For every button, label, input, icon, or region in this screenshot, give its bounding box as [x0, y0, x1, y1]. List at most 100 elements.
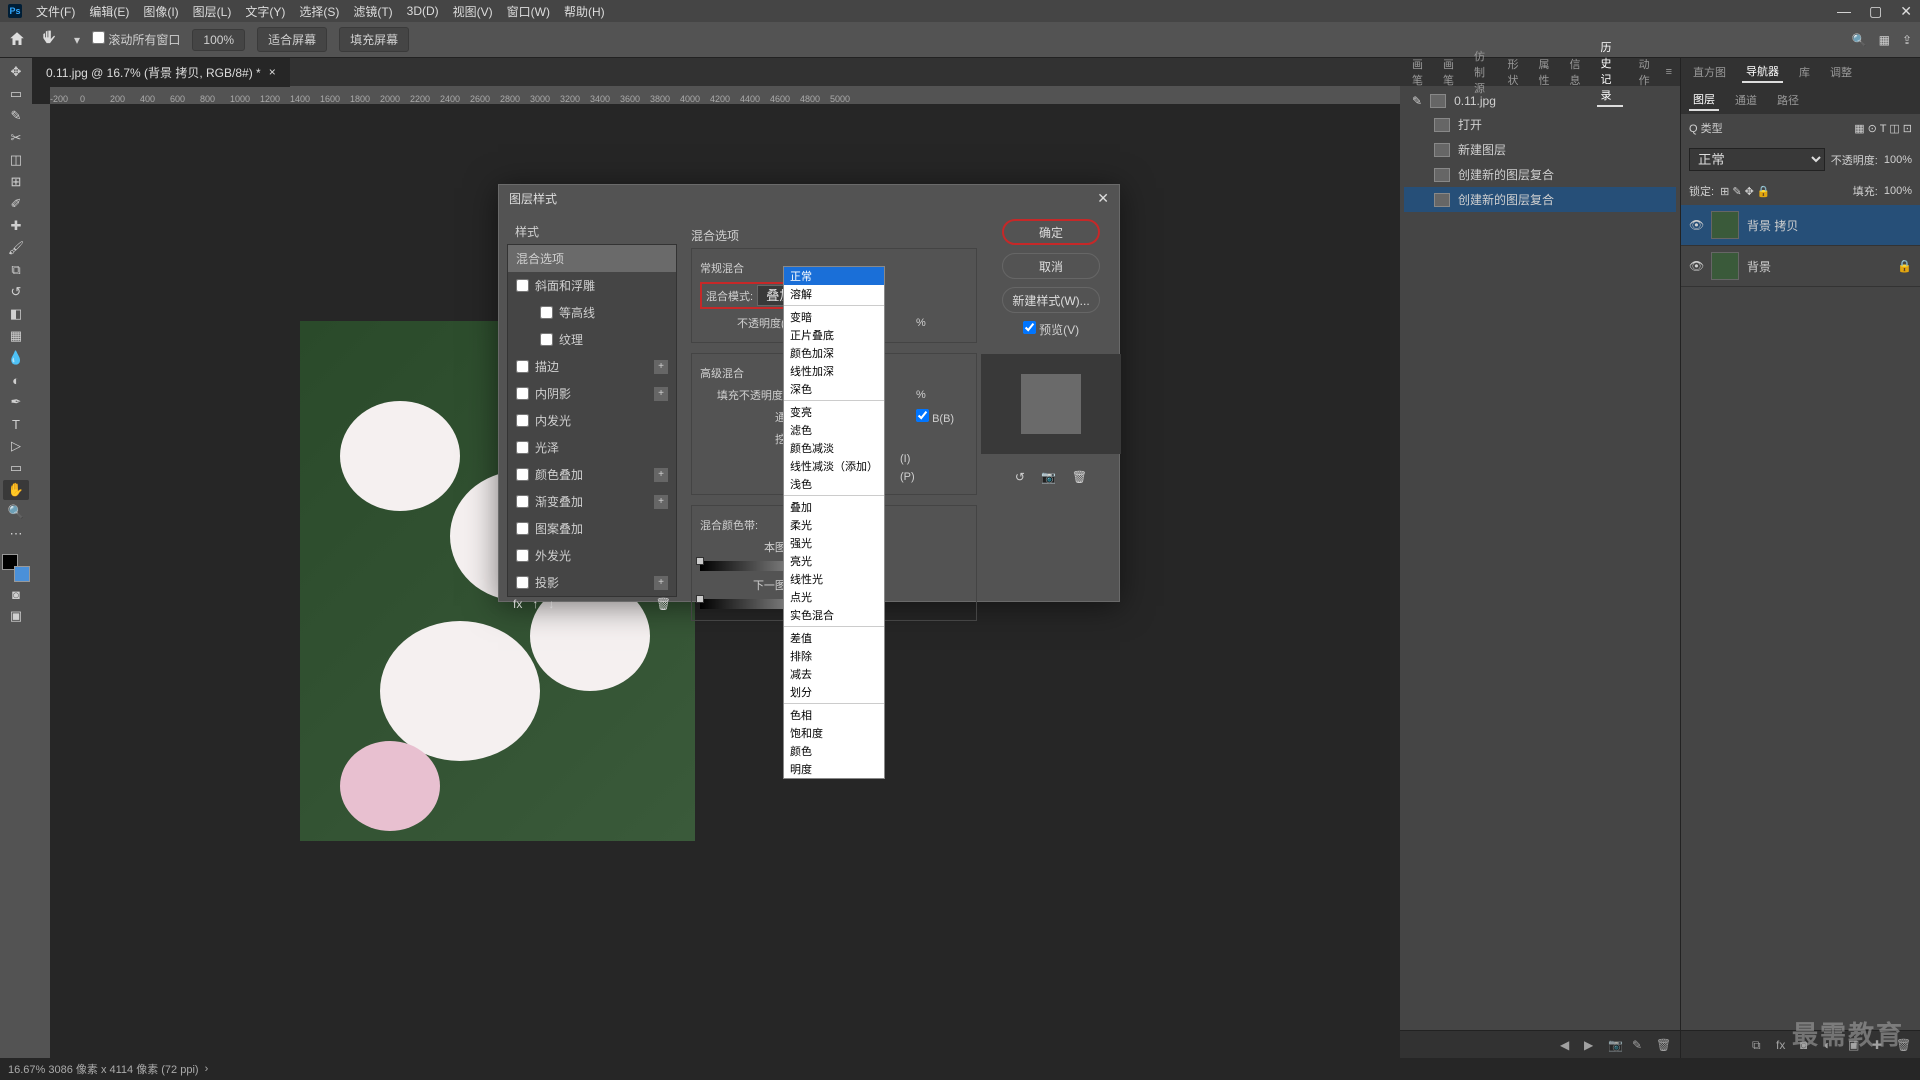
- style-delete-icon[interactable]: 🗑: [656, 597, 671, 611]
- new-style-button[interactable]: 新建样式(W)...: [1002, 287, 1100, 313]
- crop-tool[interactable]: ◫: [3, 150, 29, 170]
- screen-mode[interactable]: ▣: [3, 606, 29, 626]
- preview-trash-icon[interactable]: 🗑: [1072, 470, 1087, 484]
- style-item[interactable]: 渐变叠加+: [508, 488, 676, 515]
- layer-fx-icon[interactable]: fx: [1776, 1038, 1790, 1052]
- opacity-value[interactable]: 100%: [1884, 154, 1912, 166]
- history-item[interactable]: 新建图层: [1404, 137, 1676, 162]
- layer-link-icon[interactable]: ⧉: [1752, 1038, 1766, 1052]
- history-brush-tool[interactable]: ↺: [3, 282, 29, 302]
- tab-brush2[interactable]: 画笔: [1439, 54, 1458, 90]
- blend-mode-select[interactable]: 正常: [1689, 148, 1825, 171]
- style-item[interactable]: 颜色叠加+: [508, 461, 676, 488]
- document-tab[interactable]: 0.11.jpg @ 16.7% (背景 拷贝, RGB/8#) * ×: [32, 58, 290, 87]
- menu-select[interactable]: 选择(S): [299, 3, 339, 20]
- history-delete-icon[interactable]: 🗑: [1656, 1038, 1670, 1052]
- style-item[interactable]: 投影+: [508, 569, 676, 596]
- home-icon[interactable]: [8, 30, 28, 50]
- dropdown-option[interactable]: 饱和度: [784, 724, 884, 742]
- dropdown-option[interactable]: 强光: [784, 534, 884, 552]
- dropdown-option[interactable]: 溶解: [784, 285, 884, 303]
- history-snapshot-icon[interactable]: 📷: [1608, 1038, 1622, 1052]
- share-icon[interactable]: ⇪: [1902, 33, 1912, 47]
- menu-edit[interactable]: 编辑(E): [89, 3, 129, 20]
- fill-value[interactable]: 100%: [1884, 185, 1912, 197]
- path-select-tool[interactable]: ▷: [3, 436, 29, 456]
- menu-view[interactable]: 视图(V): [453, 3, 493, 20]
- style-item[interactable]: 光泽: [508, 434, 676, 461]
- zoom-100-button[interactable]: 100%: [192, 29, 245, 51]
- add-effect-icon[interactable]: +: [654, 576, 668, 590]
- style-item[interactable]: 斜面和浮雕: [508, 272, 676, 299]
- more-tools[interactable]: ⋯: [3, 524, 29, 544]
- dropdown-option[interactable]: 点光: [784, 588, 884, 606]
- dropdown-option[interactable]: 线性加深: [784, 362, 884, 380]
- clone-tool[interactable]: ⧉: [3, 260, 29, 280]
- style-down-icon[interactable]: ↓: [548, 597, 554, 611]
- healing-tool[interactable]: ✚: [3, 216, 29, 236]
- tab-histogram[interactable]: 直方图: [1689, 62, 1730, 82]
- search-icon[interactable]: 🔍: [1852, 33, 1867, 47]
- history-item[interactable]: 创建新的图层复合: [1404, 162, 1676, 187]
- dropdown-option[interactable]: 深色: [784, 380, 884, 398]
- type-tool[interactable]: T: [3, 414, 29, 434]
- history-next-icon[interactable]: ▶: [1584, 1038, 1598, 1052]
- style-item[interactable]: 图案叠加: [508, 515, 676, 542]
- preview-reset-icon[interactable]: ↺: [1015, 470, 1025, 484]
- blend-mode-dropdown-list[interactable]: 正常溶解变暗正片叠底颜色加深线性加深深色变亮滤色颜色减淡线性减淡（添加）浅色叠加…: [783, 266, 885, 779]
- tab-properties[interactable]: 属性: [1535, 54, 1554, 90]
- preview-checkbox[interactable]: 预览(V): [1023, 321, 1079, 338]
- style-item[interactable]: 外发光: [508, 542, 676, 569]
- hand-dropdown-icon[interactable]: ▾: [74, 33, 80, 47]
- brush-tool[interactable]: 🖌: [3, 238, 29, 258]
- dropdown-option[interactable]: 线性减淡（添加）: [784, 457, 884, 475]
- menu-image[interactable]: 图像(I): [143, 3, 178, 20]
- menu-window[interactable]: 窗口(W): [507, 3, 550, 20]
- minimize-icon[interactable]: —: [1837, 3, 1851, 20]
- eyedropper-tool[interactable]: ✐: [3, 194, 29, 214]
- visibility-icon[interactable]: 👁: [1689, 218, 1703, 232]
- history-item[interactable]: 创建新的图层复合: [1404, 187, 1676, 212]
- add-effect-icon[interactable]: +: [654, 360, 668, 374]
- marquee-tool[interactable]: ▭: [3, 84, 29, 104]
- history-prev-icon[interactable]: ◀: [1560, 1038, 1574, 1052]
- dropdown-option[interactable]: 颜色: [784, 742, 884, 760]
- shape-tool[interactable]: ▭: [3, 458, 29, 478]
- maximize-icon[interactable]: ▢: [1869, 3, 1882, 20]
- dropdown-option[interactable]: 浅色: [784, 475, 884, 493]
- status-chevron-icon[interactable]: ›: [205, 1063, 209, 1075]
- background-color[interactable]: [14, 566, 30, 582]
- dropdown-option[interactable]: 颜色减淡: [784, 439, 884, 457]
- menu-layer[interactable]: 图层(L): [193, 3, 232, 20]
- tab-navigator[interactable]: 导航器: [1742, 61, 1783, 83]
- history-item[interactable]: 打开: [1404, 112, 1676, 137]
- dropdown-option[interactable]: 叠加: [784, 498, 884, 516]
- history-item[interactable]: ✎ 0.11.jpg: [1404, 90, 1676, 112]
- dropdown-option[interactable]: 排除: [784, 647, 884, 665]
- style-up-icon[interactable]: ↑: [532, 597, 538, 611]
- style-item[interactable]: 纹理: [508, 326, 676, 353]
- channel-b-checkbox[interactable]: B(B): [916, 409, 954, 425]
- frame-tool[interactable]: ⊞: [3, 172, 29, 192]
- quick-select-tool[interactable]: ✂: [3, 128, 29, 148]
- dropdown-option[interactable]: 划分: [784, 683, 884, 701]
- menu-filter[interactable]: 滤镜(T): [353, 3, 392, 20]
- tab-library[interactable]: 库: [1795, 62, 1814, 82]
- style-item[interactable]: 等高线: [508, 299, 676, 326]
- scroll-all-checkbox[interactable]: 滚动所有窗口: [92, 31, 180, 48]
- visibility-icon[interactable]: 👁: [1689, 259, 1703, 273]
- dropdown-option[interactable]: 正常: [784, 267, 884, 285]
- dropdown-option[interactable]: 亮光: [784, 552, 884, 570]
- fill-screen-button[interactable]: 填充屏幕: [339, 27, 409, 52]
- dialog-close-icon[interactable]: ✕: [1097, 190, 1109, 207]
- dropdown-option[interactable]: 颜色加深: [784, 344, 884, 362]
- fit-screen-button[interactable]: 适合屏幕: [257, 27, 327, 52]
- menu-file[interactable]: 文件(F): [36, 3, 75, 20]
- dropdown-option[interactable]: 明度: [784, 760, 884, 778]
- add-effect-icon[interactable]: +: [654, 468, 668, 482]
- dropdown-option[interactable]: 差值: [784, 629, 884, 647]
- dropdown-option[interactable]: 变亮: [784, 403, 884, 421]
- tab-layers[interactable]: 图层: [1689, 89, 1719, 111]
- tab-brush[interactable]: 画笔: [1408, 54, 1427, 90]
- lasso-tool[interactable]: ✎: [3, 106, 29, 126]
